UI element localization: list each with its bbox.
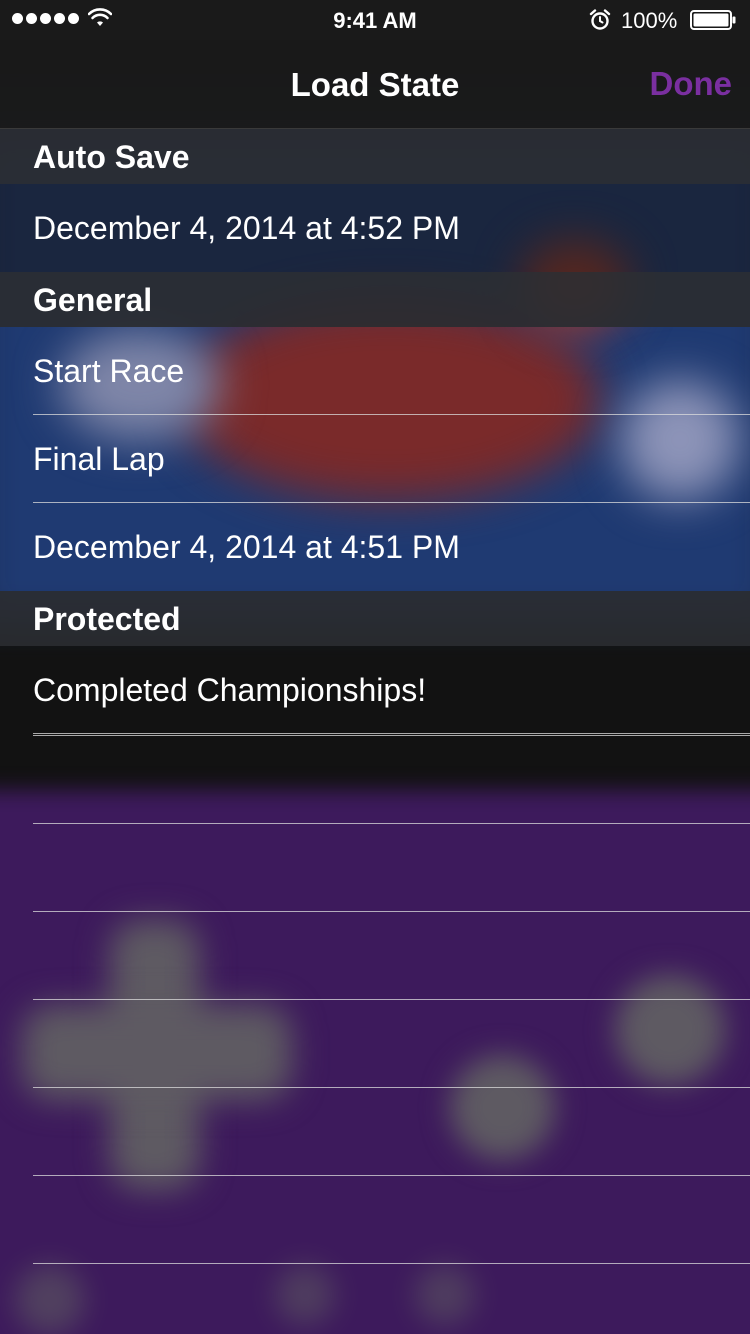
empty-row bbox=[0, 1000, 750, 1088]
section-header-general: General bbox=[0, 272, 750, 327]
navigation-bar: Load State Done bbox=[0, 40, 750, 129]
small-button-blur bbox=[15, 1265, 85, 1334]
empty-row bbox=[0, 912, 750, 1000]
empty-row bbox=[0, 736, 750, 824]
empty-table-rows bbox=[0, 648, 750, 1264]
empty-row bbox=[0, 824, 750, 912]
empty-row bbox=[0, 1088, 750, 1176]
battery-icon bbox=[690, 10, 736, 30]
status-bar: 9:41 AM 100% bbox=[0, 0, 750, 40]
save-state-row[interactable]: December 4, 2014 at 4:51 PM bbox=[0, 503, 750, 591]
save-state-row[interactable]: Final Lap bbox=[0, 415, 750, 503]
section-header-protected: Protected bbox=[0, 591, 750, 646]
save-state-row[interactable]: December 4, 2014 at 4:52 PM bbox=[0, 184, 750, 272]
save-state-table: Auto Save December 4, 2014 at 4:52 PM Ge… bbox=[0, 129, 750, 734]
small-button-blur bbox=[275, 1265, 335, 1325]
empty-row bbox=[0, 1176, 750, 1264]
save-state-row[interactable]: Start Race bbox=[0, 327, 750, 415]
empty-row bbox=[0, 648, 750, 736]
small-button-blur bbox=[415, 1265, 475, 1325]
battery-percent: 100% bbox=[621, 8, 678, 33]
section-header-auto-save: Auto Save bbox=[0, 129, 750, 184]
done-button[interactable]: Done bbox=[650, 65, 733, 103]
alarm-icon bbox=[589, 9, 611, 30]
load-state-screen: 9:41 AM 100% Load State Done Auto Save D… bbox=[0, 0, 750, 1334]
page-title: Load State bbox=[290, 66, 460, 103]
